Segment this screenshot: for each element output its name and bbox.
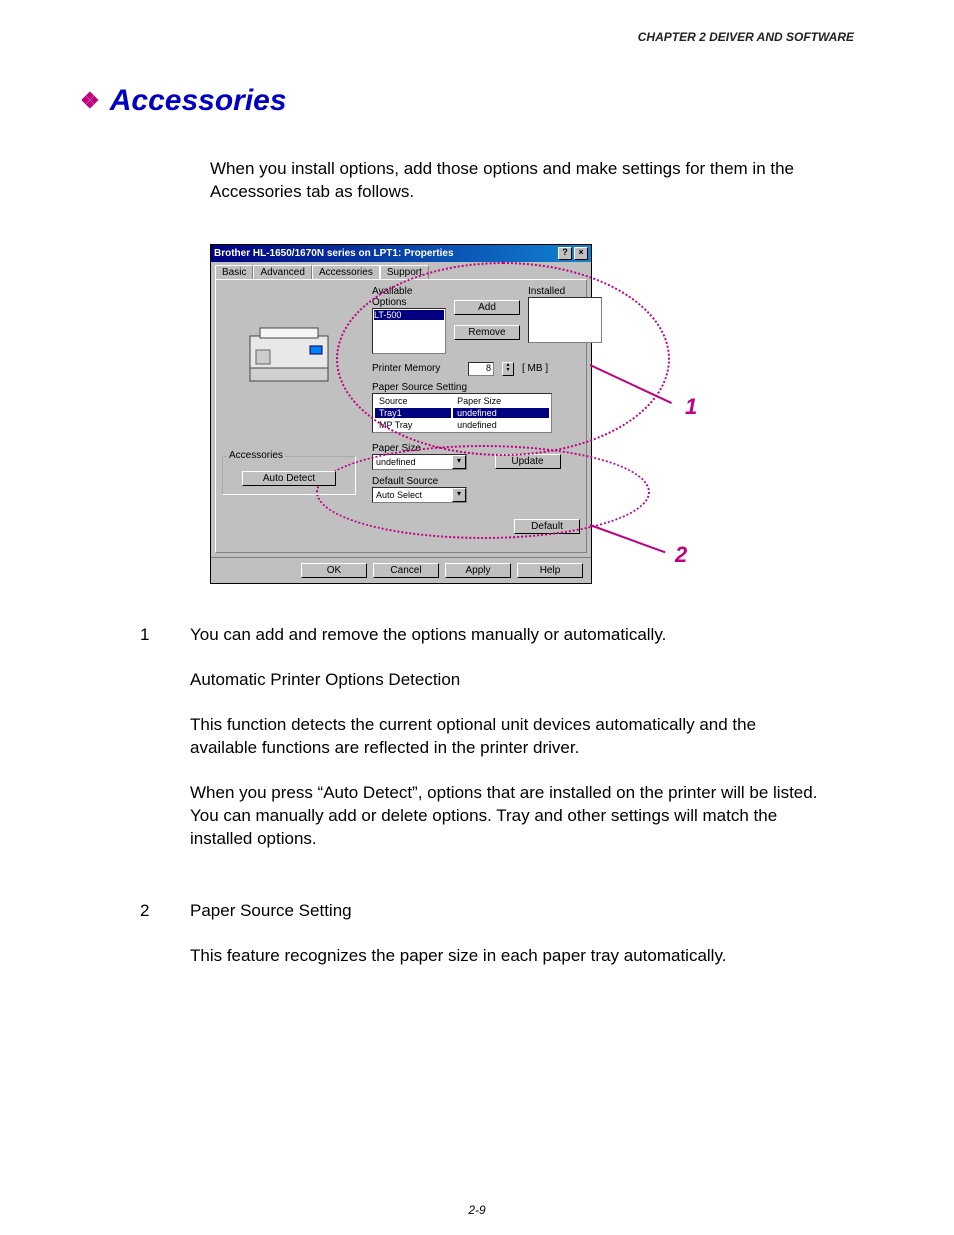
default-source-label: Default Source: [372, 476, 580, 487]
paper-source-table[interactable]: SourcePaper Size Tray1undefined MP Trayu…: [372, 393, 552, 433]
default-button[interactable]: Default: [514, 519, 580, 534]
apply-button[interactable]: Apply: [445, 563, 511, 578]
tab-accessories[interactable]: Accessories: [312, 265, 380, 279]
body-text: 1 You can add and remove the options man…: [140, 624, 824, 990]
available-options-label: Available Options: [372, 286, 446, 308]
add-button[interactable]: Add: [454, 300, 520, 315]
intro-paragraph: When you install options, add those opti…: [210, 158, 824, 204]
tab-panel: Accessories Auto Detect Available Option…: [215, 279, 587, 553]
diamond-icon: ❖: [80, 88, 100, 114]
help-icon[interactable]: ?: [558, 247, 572, 260]
item-number: 2: [140, 900, 160, 990]
available-option-item[interactable]: LT-500: [374, 310, 444, 320]
callout-line-1: [590, 364, 672, 404]
section-title: ❖ Accessories: [80, 84, 874, 118]
paper-size-value: undefined: [376, 457, 416, 467]
tab-basic[interactable]: Basic: [215, 265, 253, 279]
section-title-text: Accessories: [110, 84, 287, 118]
memory-unit: [ MB ]: [522, 363, 548, 374]
close-icon[interactable]: ×: [574, 247, 588, 260]
remove-button[interactable]: Remove: [454, 325, 520, 340]
printer-icon: [232, 306, 352, 396]
item-number: 1: [140, 624, 160, 873]
accessories-group: Accessories Auto Detect: [222, 456, 356, 495]
page-number: 2-9: [0, 1203, 954, 1217]
accessories-group-label: Accessories: [227, 450, 285, 461]
dialog-title: Brother HL-1650/1670N series on LPT1: Pr…: [214, 248, 454, 259]
default-source-value: Auto Select: [376, 490, 422, 500]
item-1-line-1: You can add and remove the options manua…: [190, 624, 824, 647]
callout-2: 2: [675, 542, 687, 568]
figure: Brother HL-1650/1670N series on LPT1: Pr…: [210, 244, 710, 584]
tab-advanced[interactable]: Advanced: [253, 265, 311, 279]
item-2-line-1: Paper Source Setting: [190, 900, 824, 923]
paper-source-setting-label: Paper Source Setting: [372, 382, 580, 393]
tab-support[interactable]: Support: [380, 265, 429, 279]
available-options-list[interactable]: LT-500: [372, 308, 446, 354]
item-1-line-3: This function detects the current option…: [190, 714, 824, 760]
update-button[interactable]: Update: [495, 454, 561, 469]
tabs: Basic Advanced Accessories Support: [215, 265, 587, 279]
callout-1: 1: [685, 394, 697, 420]
installed-list[interactable]: [528, 297, 602, 343]
memory-spinner[interactable]: ▴▾: [502, 362, 514, 376]
printer-memory-input[interactable]: 8: [468, 362, 494, 376]
item-1-line-2: Automatic Printer Options Detection: [190, 669, 824, 692]
help-button[interactable]: Help: [517, 563, 583, 578]
installed-label: Installed: [528, 286, 602, 297]
default-source-combo[interactable]: Auto Select ▾: [372, 487, 467, 503]
ok-button[interactable]: OK: [301, 563, 367, 578]
auto-detect-button[interactable]: Auto Detect: [242, 471, 336, 486]
printer-memory-label: Printer Memory: [372, 363, 460, 374]
callout-line-2: [590, 524, 666, 553]
chevron-down-icon[interactable]: ▾: [452, 488, 466, 502]
pss-header-source: Source: [375, 396, 451, 406]
pss-row-source[interactable]: Tray1: [375, 408, 451, 418]
pss-row-size: undefined: [453, 408, 549, 418]
pss-row-size: undefined: [453, 420, 549, 430]
titlebar: Brother HL-1650/1670N series on LPT1: Pr…: [211, 245, 591, 262]
cancel-button[interactable]: Cancel: [373, 563, 439, 578]
item-2-line-2: This feature recognizes the paper size i…: [190, 945, 824, 968]
running-header: CHAPTER 2 DEIVER AND SOFTWARE: [80, 30, 874, 44]
pss-row-source[interactable]: MP Tray: [375, 420, 451, 430]
paper-size-combo[interactable]: undefined ▾: [372, 454, 467, 470]
pss-header-size: Paper Size: [453, 396, 549, 406]
paper-size-label: Paper Size: [372, 443, 580, 454]
properties-dialog: Brother HL-1650/1670N series on LPT1: Pr…: [210, 244, 592, 584]
item-1-line-4: When you press “Auto Detect”, options th…: [190, 782, 824, 851]
chevron-down-icon[interactable]: ▾: [452, 455, 466, 469]
dialog-buttons: OK Cancel Apply Help: [211, 557, 591, 583]
